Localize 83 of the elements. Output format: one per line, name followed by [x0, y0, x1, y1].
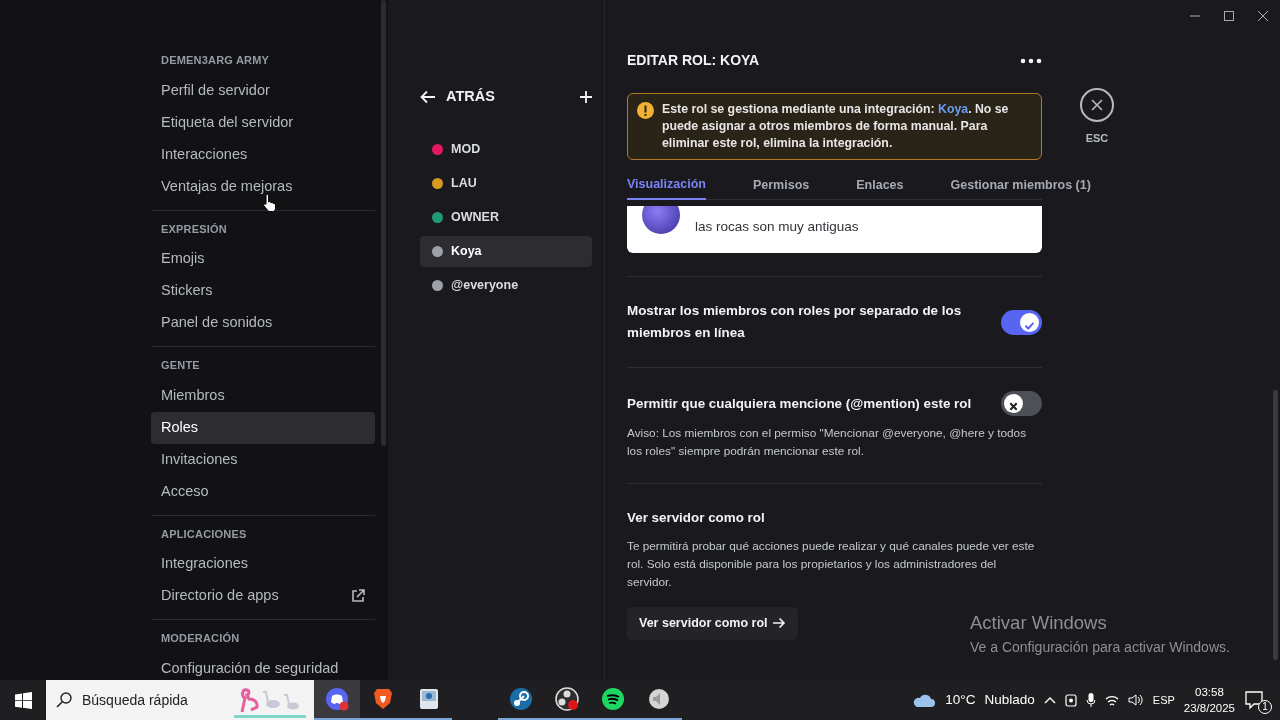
record-app-icon: [555, 687, 579, 711]
toggle-switch[interactable]: [1001, 309, 1042, 335]
arrow-left-icon: [420, 90, 436, 104]
sidebar-item[interactable]: Directorio de apps: [151, 580, 375, 612]
scrollbar[interactable]: [1273, 390, 1278, 660]
wifi-icon[interactable]: [1104, 693, 1119, 707]
sidebar-item[interactable]: Etiqueta del servidor: [151, 106, 375, 139]
close-icon: [1091, 99, 1103, 111]
role-item[interactable]: LAU: [420, 168, 592, 199]
activation-subtitle: Ve a Configuración para activar Windows.: [970, 637, 1230, 657]
notification-icon: [1244, 690, 1264, 710]
sidebar-item[interactable]: Perfil de servidor: [151, 74, 375, 107]
sidebar-item[interactable]: Acceso: [151, 475, 375, 508]
add-role-button[interactable]: [580, 91, 592, 103]
sidebar-item[interactable]: Panel de sonidos: [151, 307, 375, 339]
external-link-icon: [351, 589, 365, 603]
editor-title: EDITAR ROL: KOYA: [627, 51, 760, 70]
plus-icon: [580, 91, 592, 103]
setting-description: Te permitirá probar qué acciones puede realizar y qué canales puede ver este rol. Solo está disponible para los propietarios y los administradores del servidor.: [627, 538, 1036, 591]
chat-app-icon: [325, 687, 349, 711]
tab[interactable]: Enlaces: [856, 170, 904, 200]
scrollbar[interactable]: [381, 0, 386, 446]
weather-condition: Nublado: [984, 690, 1035, 709]
section-heading: MODERACIÓN: [160, 631, 241, 646]
toggle-switch[interactable]: [1001, 391, 1042, 416]
preview-message: las rocas son muy antiguas: [695, 218, 859, 236]
role-item[interactable]: MOD: [420, 134, 592, 165]
pointer-cursor-icon: [263, 193, 277, 213]
section-heading: GENTE: [160, 358, 201, 373]
sidebar-item[interactable]: Configuración de seguridad: [151, 652, 375, 680]
notifications-button[interactable]: 1: [1244, 687, 1270, 713]
speaker-icon: [647, 687, 671, 711]
more-icon: [1020, 57, 1042, 64]
volume-icon[interactable]: [1127, 693, 1144, 707]
back-button[interactable]: ATRÁS: [420, 86, 495, 108]
close-icon: [1258, 11, 1268, 21]
tab[interactable]: Gestionar miembros (1): [950, 170, 1091, 200]
section-heading: APLICACIONES: [160, 526, 248, 542]
role-item[interactable]: OWNER: [420, 202, 592, 233]
view-as-role-button[interactable]: Ver servidor como rol: [627, 607, 798, 640]
temperature: 10°C: [945, 690, 976, 709]
notice-text: Este rol se gestiona mediante una integración: Koya. No se puede asignar a otros miembros de forma manual. Para eliminar este rol, elimina la integración.: [662, 101, 1010, 152]
close-button[interactable]: [1080, 88, 1114, 122]
esc-label: ESC: [1085, 131, 1109, 146]
clock-date[interactable]: 23/8/2025: [1183, 700, 1235, 716]
tab[interactable]: Permisos: [752, 170, 810, 200]
more-button[interactable]: [1020, 57, 1042, 64]
windows-logo-icon: [14, 691, 32, 709]
warning-icon: [637, 102, 654, 119]
tab[interactable]: Visualización: [627, 170, 706, 200]
sidebar-item[interactable]: Stickers: [151, 275, 375, 307]
chevron-up-icon[interactable]: [1043, 696, 1056, 704]
sidebar-item[interactable]: Interacciones: [151, 138, 375, 171]
sidebar-item[interactable]: Invitaciones: [151, 443, 375, 476]
sidebar-item[interactable]: Emojis: [151, 243, 375, 275]
section-heading: EXPRESIÓN: [160, 221, 228, 237]
notification-count: 1: [1258, 700, 1272, 714]
camera-icon[interactable]: [1064, 692, 1077, 708]
setting-note: Aviso: Los miembros con el permiso "Mencionar @everyone, @here y todos los roles" siempre podrán mencionar este rol.: [627, 425, 1028, 460]
clock-time[interactable]: 03:58: [1183, 684, 1235, 700]
sidebar-item[interactable]: Ventajas de mejoras: [151, 170, 375, 203]
arrow-right-icon: [772, 617, 786, 630]
setting-title: Ver servidor como rol: [627, 509, 766, 527]
section-heading: DEMEN3ARG ARMY: [160, 53, 271, 68]
window-app-icon: [417, 687, 441, 711]
role-item[interactable]: Koya: [420, 236, 592, 267]
sidebar-item[interactable]: Miembros: [151, 379, 375, 412]
language-indicator[interactable]: ESP: [1152, 691, 1175, 709]
sidebar-item[interactable]: Integraciones: [151, 548, 375, 580]
sidebar-item[interactable]: Roles: [151, 411, 375, 444]
avatar: [642, 206, 680, 234]
taskbar-app-button[interactable]: [314, 680, 360, 720]
maximize-icon: [1224, 11, 1234, 21]
music-app-icon: [601, 687, 625, 711]
setting-title: Permitir que cualquiera mencione (@mention) este rol: [627, 394, 972, 413]
cloud-icon: [912, 692, 937, 708]
setting-title: Mostrar los miembros con roles por separado de los miembros en línea: [627, 302, 963, 342]
search-icon: [56, 692, 72, 708]
role-item[interactable]: @everyone: [420, 270, 592, 301]
activation-title: Activar Windows: [970, 611, 1108, 635]
search-field[interactable]: Búsqueda rápida: [46, 680, 314, 720]
microphone-icon[interactable]: [1085, 692, 1096, 708]
search-input[interactable]: Búsqueda rápida: [80, 688, 230, 712]
